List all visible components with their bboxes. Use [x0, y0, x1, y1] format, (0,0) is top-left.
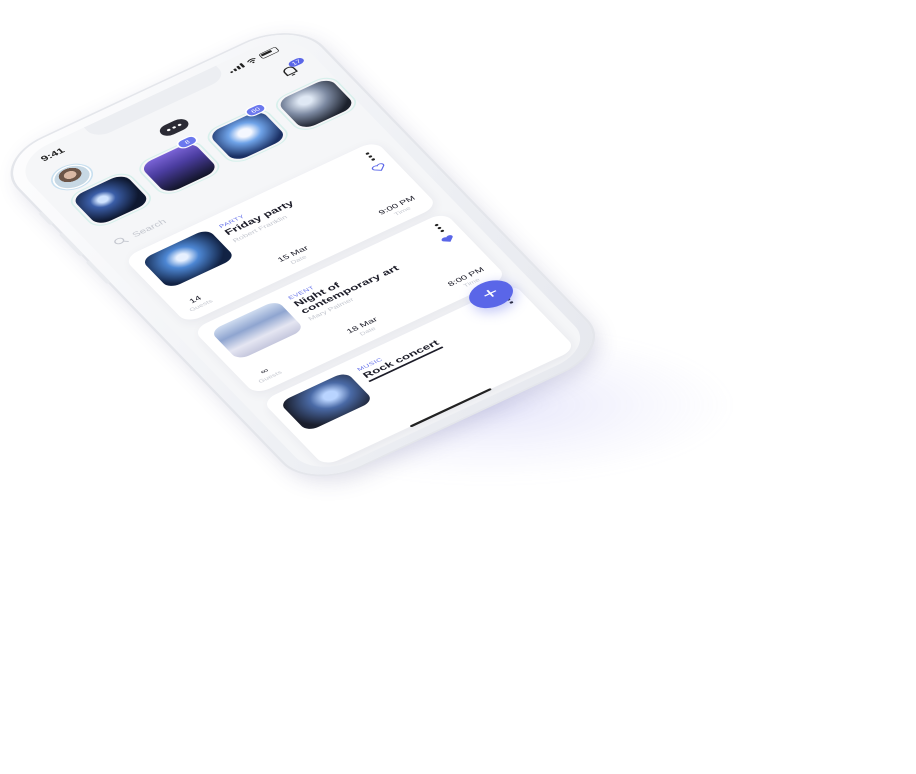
- volume-down-button: [85, 260, 111, 285]
- event-image: [278, 371, 375, 433]
- guests-stat: ∞ Guests: [256, 366, 284, 385]
- event-options-button[interactable]: [434, 223, 445, 233]
- story-image: [207, 109, 288, 163]
- battery-icon: [258, 46, 280, 60]
- event-image: [209, 299, 306, 361]
- heart-outline-icon[interactable]: [369, 162, 388, 175]
- search-placeholder: Search: [129, 217, 168, 239]
- date-stat: 18 Mar Date: [344, 315, 380, 337]
- guests-stat: 14 Guests: [187, 294, 215, 313]
- status-icons: [227, 46, 280, 74]
- date-stat: 15 Mar Date: [275, 244, 311, 266]
- wifi-icon: [246, 57, 256, 63]
- signal-icon: [228, 62, 246, 74]
- heart-filled-icon[interactable]: [439, 233, 458, 246]
- app-screen: 9:41 17 8 60 Search PARTY Friday party R…: [10, 31, 596, 479]
- event-options-button[interactable]: [365, 152, 376, 162]
- event-image: [140, 228, 236, 290]
- phone-body: 9:41 17 8 60 Search PARTY Friday party R…: [0, 20, 612, 490]
- status-time: 9:41: [38, 145, 67, 163]
- silent-switch: [38, 211, 54, 226]
- story-image: [275, 77, 357, 131]
- time-stat: 9:00 PM Time: [376, 194, 417, 217]
- story-image: [139, 141, 220, 195]
- volume-up-button: [58, 232, 84, 257]
- phone-mockup: 9:41 17 8 60 Search PARTY Friday party R…: [0, 0, 916, 774]
- search-icon: [114, 237, 129, 245]
- notifications-button[interactable]: 17: [278, 56, 308, 81]
- phone-notch: [83, 64, 228, 140]
- more-menu-button[interactable]: [156, 116, 192, 139]
